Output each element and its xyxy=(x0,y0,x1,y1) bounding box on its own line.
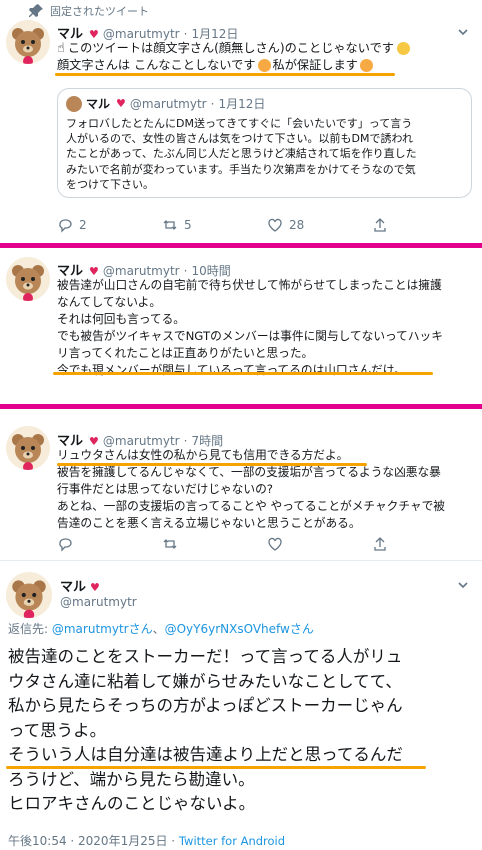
retweet-button[interactable] xyxy=(162,536,267,552)
tweet-text: リュウタさんは女性の私から見ても信用できる方だよ。 被告を擁護してるんじゃなくて… xyxy=(57,447,445,532)
retweet-icon xyxy=(163,539,177,549)
quoted-line: をつけて下さい。 xyxy=(66,177,154,191)
like-count: 28 xyxy=(289,218,305,232)
tweet-line: リュウタさんは女性の私から見ても信用できる方だよ。 xyxy=(57,448,349,462)
tweet-text: 被告達が山口さんの自宅前で待ち伏せして怖がらせてしまったことは擁護 なんてしてな… xyxy=(57,277,443,379)
tweet-timestamp[interactable]: 午後10:54 · 2020年1月25日 · xyxy=(8,834,179,848)
tweet-line: そういう人は自分達は被告達より上だと思ってるんだ xyxy=(8,745,403,764)
tweet-line: なんてしてないよ。 xyxy=(57,295,162,309)
quoted-header: マル ♥ @marutmytr · 1月12日 xyxy=(66,95,265,112)
share-button[interactable] xyxy=(372,536,388,552)
highlight-underline xyxy=(6,766,426,769)
user-handle[interactable]: @marutmytr xyxy=(103,264,180,278)
heart-outline-icon xyxy=(268,218,282,232)
tweet-line: 行事件だとは思ってないだけじゃないの? xyxy=(57,482,273,496)
highlight-underline xyxy=(57,463,367,466)
quoted-line: 人がいるので、女性の皆さんは気をつけて下さい。以前もDMで誘われ xyxy=(66,132,413,146)
heart-icon: ♥ xyxy=(90,581,100,594)
tweet-line: それは何回も言ってる。 xyxy=(57,312,185,326)
tweet-meta: 午後10:54 · 2020年1月25日 · Twitter for Andro… xyxy=(8,832,285,849)
chevron-down-icon[interactable] xyxy=(456,25,470,39)
retweet-button[interactable]: 5 xyxy=(162,217,267,233)
tweet-line: って思うよ。 xyxy=(8,720,107,740)
tweet-line: でも被告がツイキャスでNGTのメンバーは事件に関与してないってハッキ xyxy=(57,329,443,343)
highlight-underline xyxy=(53,372,433,375)
avatar[interactable] xyxy=(6,20,50,64)
reply-icon xyxy=(59,538,72,552)
tweet-text: 被告達のことをストーカーだ！って言ってる人がリュ ウタさん達に粘着して嫌がらせみ… xyxy=(8,645,403,817)
author-block: マル ♥ @marutmytr xyxy=(60,576,137,609)
quoted-line: たことがあって、たぶん同じ人だと思うけど凍結されて垢を作り直した xyxy=(66,147,417,161)
user-handle[interactable]: @marutmytr xyxy=(60,595,137,609)
share-icon xyxy=(374,537,386,551)
section-divider xyxy=(0,404,482,409)
section-divider xyxy=(0,243,482,248)
reply-user-link[interactable]: @OyY6yrNXsOVhefwさん xyxy=(165,622,314,636)
like-button[interactable] xyxy=(267,536,372,552)
reply-user-link[interactable]: @marutmytrさん xyxy=(52,622,153,636)
reply-prefix: 返信先: xyxy=(8,622,52,636)
like-button[interactable]: 28 xyxy=(267,217,372,233)
display-name[interactable]: マル xyxy=(60,576,86,595)
tweet-line: ヒロアキさんのことじゃないよ。 xyxy=(8,794,256,813)
heart-icon: ♥ xyxy=(116,97,126,110)
smile-face-icon xyxy=(359,59,373,72)
quoted-line: みたいで名前が変わっています。手当たり次第声をかけてそうなので気 xyxy=(66,162,416,176)
highlight-underline xyxy=(55,73,395,76)
reply-separator: 、 xyxy=(152,622,165,636)
quoted-tweet[interactable]: マル ♥ @marutmytr · 1月12日 フォロバしたとたんにDM送ってきて… xyxy=(57,88,472,198)
pinned-indicator: 固定されたツイート xyxy=(28,3,149,19)
quoted-line: フォロバしたとたんにDM送ってきてすぐに「会いたいです」って言う xyxy=(66,117,413,130)
reply-button[interactable]: 2 xyxy=(57,217,162,233)
retweet-icon xyxy=(163,220,177,230)
share-icon xyxy=(374,218,386,232)
reply-button[interactable] xyxy=(57,536,162,552)
tweet-actions xyxy=(57,536,472,552)
retweet-count: 5 xyxy=(184,218,192,232)
heart-outline-icon xyxy=(268,537,282,551)
avatar[interactable] xyxy=(6,257,50,301)
user-handle[interactable]: @marutmytr xyxy=(103,434,180,448)
reply-to: 返信先: @marutmytrさん、@OyY6yrNXsOVhefwさん xyxy=(8,620,314,637)
tweet-line: あとね、一部の支援垢の言ってることや やってることがメチャクチャで被 xyxy=(57,499,445,513)
avatar xyxy=(66,95,82,112)
tweet-line: 被告達のことをストーカーだ！って言ってる人がリュ xyxy=(8,647,403,666)
laughing-face-icon xyxy=(396,42,410,55)
avatar[interactable] xyxy=(6,426,50,470)
tweet-line: 告達のことを悪く言える立場じゃないと思うことがある。 xyxy=(57,516,361,530)
chevron-down-icon[interactable] xyxy=(456,578,470,592)
tweet-line: このツイートは顔文字さん(顔無しさん)のことじゃないです xyxy=(67,41,394,55)
user-handle[interactable]: @marutmytr xyxy=(103,27,180,41)
tweet-line: ろうけど、端から見たら勘違い。 xyxy=(8,769,255,789)
reply-icon xyxy=(59,219,72,233)
pin-icon xyxy=(29,4,43,17)
pointing-hand-icon: ☝ xyxy=(57,41,65,56)
tweet-line: 私が保証します xyxy=(272,58,358,72)
smile-face-icon xyxy=(257,59,271,72)
tweet-line: 被告達が山口さんの自宅前で待ち伏せして怖がらせてしまったことは擁護 xyxy=(57,278,442,292)
tweet-line: ウタさん達に粘着して嫌がらせみたいなことしてて、 xyxy=(8,671,402,691)
tweet-line: リ言ってくれたことは正直ありがたいと思った。 xyxy=(57,346,314,360)
display-name: マル xyxy=(86,97,111,111)
tweet-separator xyxy=(0,560,482,561)
tweet-line: 私から見たらそっちの方がよっぽどストーカーじゃん xyxy=(8,696,403,715)
share-button[interactable] xyxy=(372,217,388,233)
tweet-line: 今でも現メンバーが関与しているって言ってるのは山口さんだけ。 xyxy=(57,363,406,377)
tweet-line: 顔文字さんは こんなことしないです xyxy=(57,58,256,72)
avatar[interactable] xyxy=(6,572,52,618)
quoted-text: フォロバしたとたんにDM送ってきてすぐに「会いたいです」って言う 人がいるので、… xyxy=(66,116,417,192)
user-handle: @marutmytr xyxy=(129,96,207,111)
tweet-time: 1月12日 xyxy=(218,97,266,111)
tweet-text: ☝ このツイートは顔文字さん(顔無しさん)のことじゃないです 顔文字さんは こん… xyxy=(57,40,477,74)
reply-count: 2 xyxy=(79,218,87,232)
source-link[interactable]: Twitter for Android xyxy=(179,834,285,848)
tweet-line: 被告を擁護してるんじゃなくて、一部の支援垢が言ってるような凶悪な暴 xyxy=(57,465,441,479)
pinned-label: 固定されたツイート xyxy=(50,5,149,18)
tweet-actions: 2 5 28 xyxy=(57,217,472,233)
